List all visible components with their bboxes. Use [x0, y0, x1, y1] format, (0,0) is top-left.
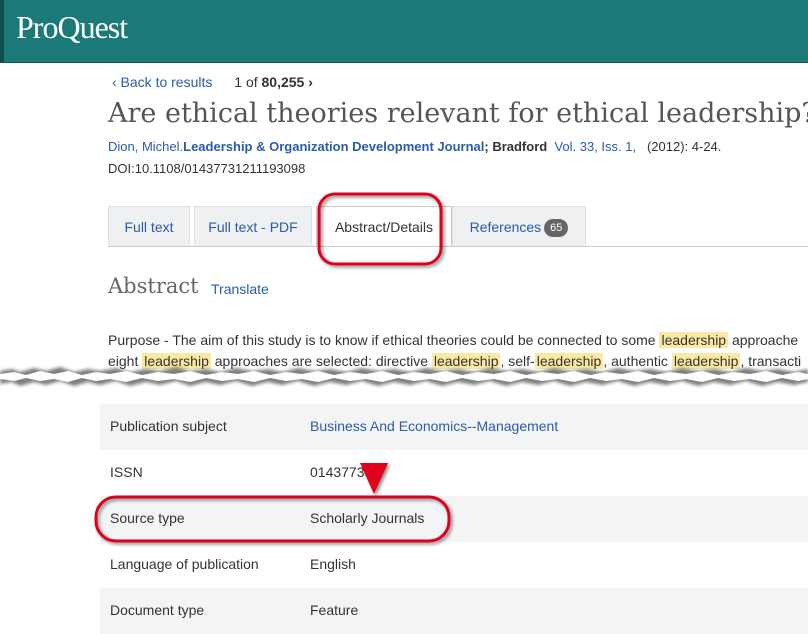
abstract-tab-highlight-ring [317, 192, 443, 266]
source-type-highlight-ring [94, 495, 451, 543]
annotation-arrowhead [360, 463, 388, 494]
annotation-overlay [94, 192, 451, 543]
